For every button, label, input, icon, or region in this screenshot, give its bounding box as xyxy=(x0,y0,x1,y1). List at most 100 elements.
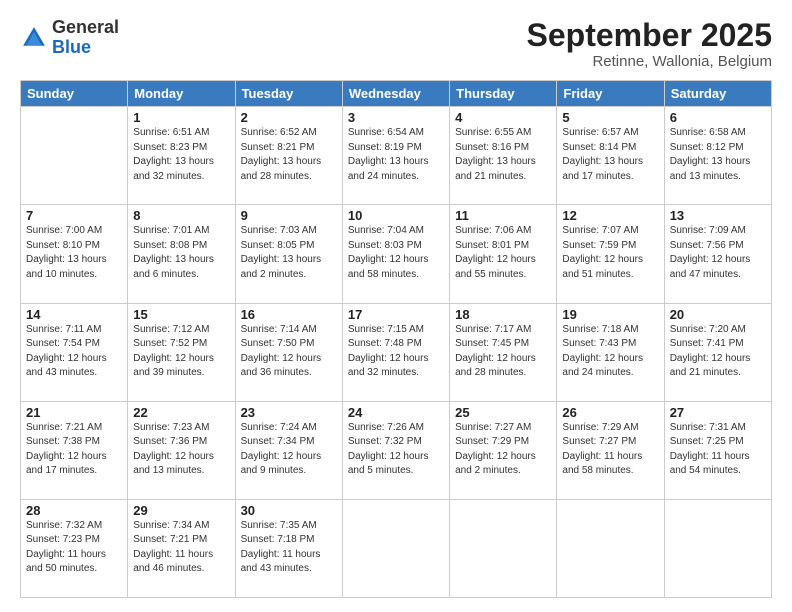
sunset-label: Sunset: 7:45 PM xyxy=(455,338,529,349)
calendar-cell: 20Sunrise: 7:20 AMSunset: 7:41 PMDayligh… xyxy=(664,303,771,401)
day-info: Sunrise: 7:17 AMSunset: 7:45 PMDaylight:… xyxy=(455,323,551,381)
sunset-label: Sunset: 7:52 PM xyxy=(133,338,207,349)
sunrise-label: Sunrise: 6:58 AM xyxy=(670,127,746,138)
day-info: Sunrise: 7:03 AM Sunset: 8:05 PM Daylight:… xyxy=(241,224,337,282)
day-info: Sunrise: 6:54 AMSunset: 8:19 PMDaylight:… xyxy=(348,126,444,184)
calendar-cell: 1Sunrise: 6:51 AMSunset: 8:23 PMDaylight… xyxy=(128,107,235,205)
logo: General Blue xyxy=(20,18,119,58)
sunset-label: Sunset: 8:21 PM xyxy=(241,142,315,153)
day-number: 23 xyxy=(241,405,337,420)
sunrise-label: Sunrise: 7:18 AM xyxy=(562,324,638,335)
daylight-label: Daylight: 12 hours and 43 minutes. xyxy=(26,353,107,379)
sunrise-label: Sunrise: 7:23 AM xyxy=(133,422,209,433)
month-year: September 2025 xyxy=(527,18,772,53)
calendar-week-5: 28Sunrise: 7:32 AMSunset: 7:23 PMDayligh… xyxy=(21,499,772,597)
day-info: Sunrise: 7:35 AM Sunset: 7:18 PM Daylight:… xyxy=(241,519,337,577)
daylight-label: Daylight: 12 hours and 21 minutes. xyxy=(670,353,751,379)
daylight-label: Daylight: 13 hours and 2 minutes. xyxy=(241,254,322,280)
day-info: Sunrise: 7:00 AMSunset: 8:10 PMDaylight:… xyxy=(26,224,122,282)
weekday-header-tuesday: Tuesday xyxy=(235,81,342,107)
calendar-cell: 26Sunrise: 7:29 AMSunset: 7:27 PMDayligh… xyxy=(557,401,664,499)
daylight-label: Daylight: 11 hours and 58 minutes. xyxy=(562,451,642,477)
title-block: September 2025 Retinne, Wallonia, Belgiu… xyxy=(527,18,772,70)
day-info: Sunrise: 7:24 AMSunset: 7:34 PMDaylight:… xyxy=(241,421,337,479)
sunrise-label: Sunrise: 7:27 AM xyxy=(455,422,531,433)
sunrise-label: Sunrise: 7:11 AM xyxy=(26,324,101,335)
calendar-cell: 9Sunrise: 7:03 AMSunset: 8:05 PMDaylight… xyxy=(235,205,342,303)
sunrise-label: Sunrise: 7:24 AM xyxy=(241,422,317,433)
calendar-cell: 27Sunrise: 7:31 AMSunset: 7:25 PMDayligh… xyxy=(664,401,771,499)
day-info: Sunrise: 7:32 AMSunset: 7:23 PMDaylight:… xyxy=(26,519,122,577)
calendar-cell: 16Sunrise: 7:14 AMSunset: 7:50 PMDayligh… xyxy=(235,303,342,401)
calendar-cell: 17Sunrise: 7:15 AMSunset: 7:48 PMDayligh… xyxy=(342,303,449,401)
sunrise-label: Sunrise: 6:57 AM xyxy=(562,127,638,138)
calendar-cell xyxy=(450,499,557,597)
sunset-label: Sunset: 7:27 PM xyxy=(562,436,636,447)
daylight-label: Daylight: 13 hours and 24 minutes. xyxy=(348,156,429,182)
daylight-label: Daylight: 12 hours and 51 minutes. xyxy=(562,254,643,280)
day-info: Sunrise: 7:18 AMSunset: 7:43 PMDaylight:… xyxy=(562,323,658,381)
sunset-label: Sunset: 7:50 PM xyxy=(241,338,315,349)
calendar-cell: 25Sunrise: 7:27 AMSunset: 7:29 PMDayligh… xyxy=(450,401,557,499)
calendar-week-2: 7 Sunrise: 7:00 AM Sunset: 8:10 PM Daylight… xyxy=(21,205,772,303)
sunrise-label: Sunrise: 7:20 AM xyxy=(670,324,746,335)
sunrise-label: Sunrise: 7:12 AM xyxy=(133,324,209,335)
calendar-cell: 30Sunrise: 7:35 AMSunset: 7:18 PMDayligh… xyxy=(235,499,342,597)
day-number: 4 xyxy=(455,110,551,125)
day-number: 26 xyxy=(562,405,658,420)
day-number: 18 xyxy=(455,307,551,322)
daylight-label: Daylight: 12 hours and 13 minutes. xyxy=(133,451,214,477)
daylight-label: Daylight: 12 hours and 9 minutes. xyxy=(241,451,322,477)
daylight-label: Daylight: 12 hours and 58 minutes. xyxy=(348,254,429,280)
sunset-label: Sunset: 8:03 PM xyxy=(348,240,422,251)
day-info: Sunrise: 6:58 AMSunset: 8:12 PMDaylight:… xyxy=(670,126,766,184)
weekday-header-friday: Friday xyxy=(557,81,664,107)
weekday-header-thursday: Thursday xyxy=(450,81,557,107)
day-number: 20 xyxy=(670,307,766,322)
daylight-label: Daylight: 12 hours and 39 minutes. xyxy=(133,353,214,379)
day-info: Sunrise: 6:52 AMSunset: 8:21 PMDaylight:… xyxy=(241,126,337,184)
weekday-header-saturday: Saturday xyxy=(664,81,771,107)
weekday-header-row: SundayMondayTuesdayWednesdayThursdayFrid… xyxy=(21,81,772,107)
daylight-label: Daylight: 13 hours and 17 minutes. xyxy=(562,156,643,182)
logo-icon xyxy=(20,24,48,52)
day-number: 5 xyxy=(562,110,658,125)
calendar-cell: 11Sunrise: 7:06 AMSunset: 8:01 PMDayligh… xyxy=(450,205,557,303)
sunset-label: Sunset: 8:12 PM xyxy=(670,142,744,153)
page: General Blue September 2025 Retinne, Wal… xyxy=(0,0,792,612)
sunrise-label: Sunrise: 7:31 AM xyxy=(670,422,746,433)
calendar-cell: 28Sunrise: 7:32 AMSunset: 7:23 PMDayligh… xyxy=(21,499,128,597)
sunrise-label: Sunrise: 6:51 AM xyxy=(133,127,209,138)
weekday-header-wednesday: Wednesday xyxy=(342,81,449,107)
sunrise-label: Sunrise: 7:15 AM xyxy=(348,324,424,335)
sunset-label: Sunset: 7:36 PM xyxy=(133,436,207,447)
calendar-cell: 29Sunrise: 7:34 AMSunset: 7:21 PMDayligh… xyxy=(128,499,235,597)
day-number: 7 xyxy=(26,208,122,223)
sunrise-label: Sunrise: 6:52 AM xyxy=(241,127,317,138)
logo-general-text: General xyxy=(52,17,119,37)
calendar-cell xyxy=(664,499,771,597)
day-info: Sunrise: 7:12 AM Sunset: 7:52 PM Daylight:… xyxy=(133,323,229,381)
sunrise-label: Sunrise: 7:35 AM xyxy=(241,520,317,531)
day-number: 24 xyxy=(348,405,444,420)
sunrise-label: Sunrise: 7:32 AM xyxy=(26,520,102,531)
calendar-cell: 14Sunrise: 7:11 AMSunset: 7:54 PMDayligh… xyxy=(21,303,128,401)
sunset-label: Sunset: 8:19 PM xyxy=(348,142,422,153)
day-number: 11 xyxy=(455,208,551,223)
sunrise-label: Sunrise: 7:14 AM xyxy=(241,324,317,335)
sunset-label: Sunset: 7:18 PM xyxy=(241,534,315,545)
daylight-label: Daylight: 11 hours and 43 minutes. xyxy=(241,549,321,575)
location: Retinne, Wallonia, Belgium xyxy=(527,53,772,70)
calendar-cell xyxy=(21,107,128,205)
sunset-label: Sunset: 8:10 PM xyxy=(26,240,100,251)
day-number: 3 xyxy=(348,110,444,125)
sunrise-label: Sunrise: 7:00 AM xyxy=(26,225,102,236)
sunset-label: Sunset: 8:05 PM xyxy=(241,240,315,251)
calendar: SundayMondayTuesdayWednesdayThursdayFrid… xyxy=(20,80,772,598)
day-info: Sunrise: 7:14 AMSunset: 7:50 PMDaylight:… xyxy=(241,323,337,381)
sunrise-label: Sunrise: 7:03 AM xyxy=(241,225,317,236)
calendar-cell: 21Sunrise: 7:21 AMSunset: 7:38 PMDayligh… xyxy=(21,401,128,499)
daylight-label: Daylight: 12 hours and 17 minutes. xyxy=(26,451,107,477)
day-info: Sunrise: 7:29 AMSunset: 7:27 PMDaylight:… xyxy=(562,421,658,479)
day-number: 13 xyxy=(670,208,766,223)
